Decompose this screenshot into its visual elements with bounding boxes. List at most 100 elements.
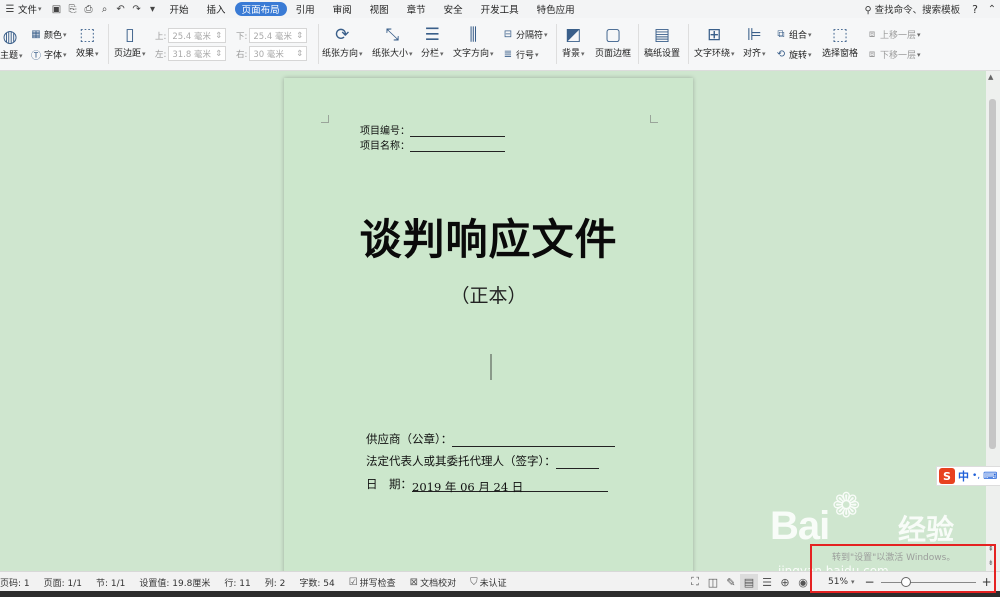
redo-icon[interactable]: ↷ — [130, 2, 144, 16]
page-border-button[interactable]: ▢ 页面边框 — [595, 25, 632, 59]
line-number-button[interactable]: ≣ 行号 ▾ — [502, 48, 539, 61]
collapse-ribbon-icon[interactable]: ⌃ — [985, 2, 999, 16]
project-name-line: 项目名称： — [360, 137, 505, 152]
page-margin-button[interactable]: ▯ 页边距▾ — [114, 25, 146, 59]
representative-line: 法定代表人或其委托代理人（签字）： — [366, 453, 599, 469]
search-icon: ⚲ — [864, 5, 872, 16]
fullscreen-icon[interactable]: ⛶ — [686, 574, 704, 590]
supplier-line: 供应商（公章）： — [366, 431, 616, 447]
text-direction-button[interactable]: ⫼ 文字方向▾ — [453, 25, 494, 59]
tab-chapter[interactable]: 章节 — [398, 0, 435, 18]
margin-corner-marker — [650, 115, 658, 123]
margin-left-field[interactable]: 左: 31.8 毫米 ⇕ — [155, 46, 227, 61]
status-pages[interactable]: 页面: 1/1 — [37, 576, 89, 589]
certification-label: 未认证 — [479, 578, 507, 589]
effect-icon: ⬚ — [79, 25, 96, 45]
ime-toolbar[interactable]: S 中 •, ⌨ — [936, 466, 1000, 486]
tab-start[interactable]: 开始 — [161, 0, 198, 18]
vertical-scrollbar[interactable]: ▲ ⇞ ⇟ — [986, 71, 1000, 571]
save-icon[interactable]: ▣ — [50, 2, 64, 16]
send-backward-icon: ⧈ — [868, 49, 876, 60]
selection-pane-icon: ⬚ — [831, 25, 849, 45]
color-button[interactable]: ▦ 颜色 ▾ — [30, 28, 66, 41]
spell-check-icon: ☑ — [348, 576, 358, 588]
columns-icon: ☰ — [424, 25, 440, 45]
rotate-button[interactable]: ⟲ 旋转 ▾ — [775, 48, 812, 61]
tab-insert[interactable]: 插入 — [198, 0, 235, 18]
status-page-code[interactable]: 页码: 1 — [0, 576, 37, 589]
document-workspace[interactable]: 项目编号： 项目名称： 谈判响应文件 （正本） 供应商（公章）： 法定代表人或其… — [0, 71, 986, 571]
ime-language[interactable]: 中 — [958, 468, 969, 484]
effect-label: 效果 — [76, 49, 95, 59]
align-button[interactable]: ⊫ 对齐▾ — [743, 25, 766, 59]
web-view-icon[interactable]: ⊕ — [776, 574, 794, 590]
ribbon-divider — [108, 24, 109, 64]
print-icon[interactable]: ⎙ — [82, 2, 96, 16]
theme-button[interactable]: ◍ 主题▾ — [0, 27, 23, 61]
sogou-ime-logo: S — [939, 468, 955, 484]
columns-button[interactable]: ☰ 分栏▾ — [421, 25, 444, 59]
group-label: 组合 — [789, 31, 808, 41]
undo-icon[interactable]: ↶ — [114, 2, 128, 16]
help-button[interactable]: ? — [966, 3, 984, 16]
margin-right-field[interactable]: 右: 30 毫米 ⇕ — [236, 46, 308, 61]
proofread-label: 文档校对 — [420, 578, 457, 589]
status-setting[interactable]: 设置值: 19.8厘米 — [132, 576, 217, 589]
tab-special-apps[interactable]: 特色应用 — [528, 0, 584, 18]
selection-pane-button[interactable]: ⬚ 选择窗格 — [822, 25, 858, 59]
margin-top-field[interactable]: 上: 25.4 毫米 ⇕ — [155, 28, 227, 43]
tab-page-layout[interactable]: 页面布局 — [234, 2, 287, 16]
status-section[interactable]: 节: 1/1 — [89, 576, 132, 589]
status-row: 行: 11 — [224, 578, 251, 589]
color-label: 颜色 — [44, 31, 63, 41]
tab-security[interactable]: 安全 — [435, 0, 472, 18]
tab-developer[interactable]: 开发工具 — [472, 0, 528, 18]
theme-label: 主题 — [0, 51, 19, 61]
font-button[interactable]: Ⓣ 字体 ▾ — [30, 48, 67, 63]
effect-button[interactable]: ⬚ 效果▾ — [76, 25, 99, 59]
tab-view[interactable]: 视图 — [361, 0, 398, 18]
write-mode-icon[interactable]: ✎ — [722, 574, 740, 590]
certification-status[interactable]: ⛉ 未认证 — [463, 576, 514, 589]
rotate-label: 旋转 — [789, 51, 808, 61]
tab-references[interactable]: 引用 — [287, 0, 324, 18]
margin-bottom-field[interactable]: 下: 25.4 毫米 ⇕ — [236, 28, 308, 43]
font-icon: Ⓣ — [31, 51, 41, 62]
paper-size-button[interactable]: ⤡ 纸张大小▾ — [372, 25, 413, 59]
quick-access-dropdown-icon[interactable]: ▾ — [146, 2, 160, 16]
status-words[interactable]: 字数: 54 — [292, 576, 341, 589]
group-button[interactable]: ⧉ 组合 ▾ — [775, 28, 811, 41]
command-search[interactable]: ⚲ 查找命令、搜索模板 — [859, 2, 967, 16]
background-button[interactable]: ◩ 背景▾ — [562, 25, 585, 59]
supplier-label: 供应商（公章）： — [366, 432, 453, 446]
manuscript-button[interactable]: ▤ 稿纸设置 — [644, 25, 680, 59]
file-menu[interactable]: ☰ 文件 ▾ — [0, 0, 49, 18]
separator-button[interactable]: ⊟ 分隔符 ▾ — [502, 28, 548, 41]
page-border-label: 页面边框 — [595, 49, 632, 59]
line-number-label: 行号 — [516, 51, 535, 61]
ime-punctuation-icon[interactable]: •, — [972, 471, 980, 481]
orientation-button[interactable]: ⟳ 纸张方向▾ — [322, 25, 363, 59]
export-icon[interactable]: ⎘ — [66, 2, 80, 16]
page-margin-icon: ▯ — [125, 25, 135, 45]
read-mode-icon[interactable]: ◫ — [704, 574, 722, 590]
keyboard-icon[interactable]: ⌨ — [983, 471, 997, 482]
text-wrap-button[interactable]: ⊞ 文字环绕▾ — [694, 25, 735, 59]
document-page[interactable]: 项目编号： 项目名称： 谈判响应文件 （正本） 供应商（公章）： 法定代表人或其… — [284, 78, 693, 571]
proofread-button[interactable]: ⊠ 文档校对 — [403, 576, 463, 589]
bring-forward-button[interactable]: ⧈ 上移一层 ▾ — [866, 28, 921, 41]
background-label: 背景 — [562, 49, 581, 59]
print-preview-icon[interactable]: ⌕ — [98, 2, 112, 16]
spell-check-button[interactable]: ☑ 拼写检查 — [342, 576, 403, 589]
rotate-icon: ⟲ — [776, 49, 786, 60]
text-direction-icon: ⫼ — [469, 25, 478, 45]
page-view-icon[interactable]: ▤ — [740, 574, 758, 590]
scrollbar-thumb[interactable] — [989, 99, 996, 449]
chevron-down-icon: ▾ — [38, 5, 42, 13]
tab-review[interactable]: 审阅 — [324, 0, 361, 18]
underline-blank — [410, 126, 505, 137]
scroll-up-icon[interactable]: ▲ — [988, 73, 993, 81]
align-label: 对齐 — [743, 49, 762, 59]
outline-view-icon[interactable]: ☰ — [758, 574, 776, 590]
send-backward-button[interactable]: ⧈ 下移一层 ▾ — [866, 48, 921, 61]
